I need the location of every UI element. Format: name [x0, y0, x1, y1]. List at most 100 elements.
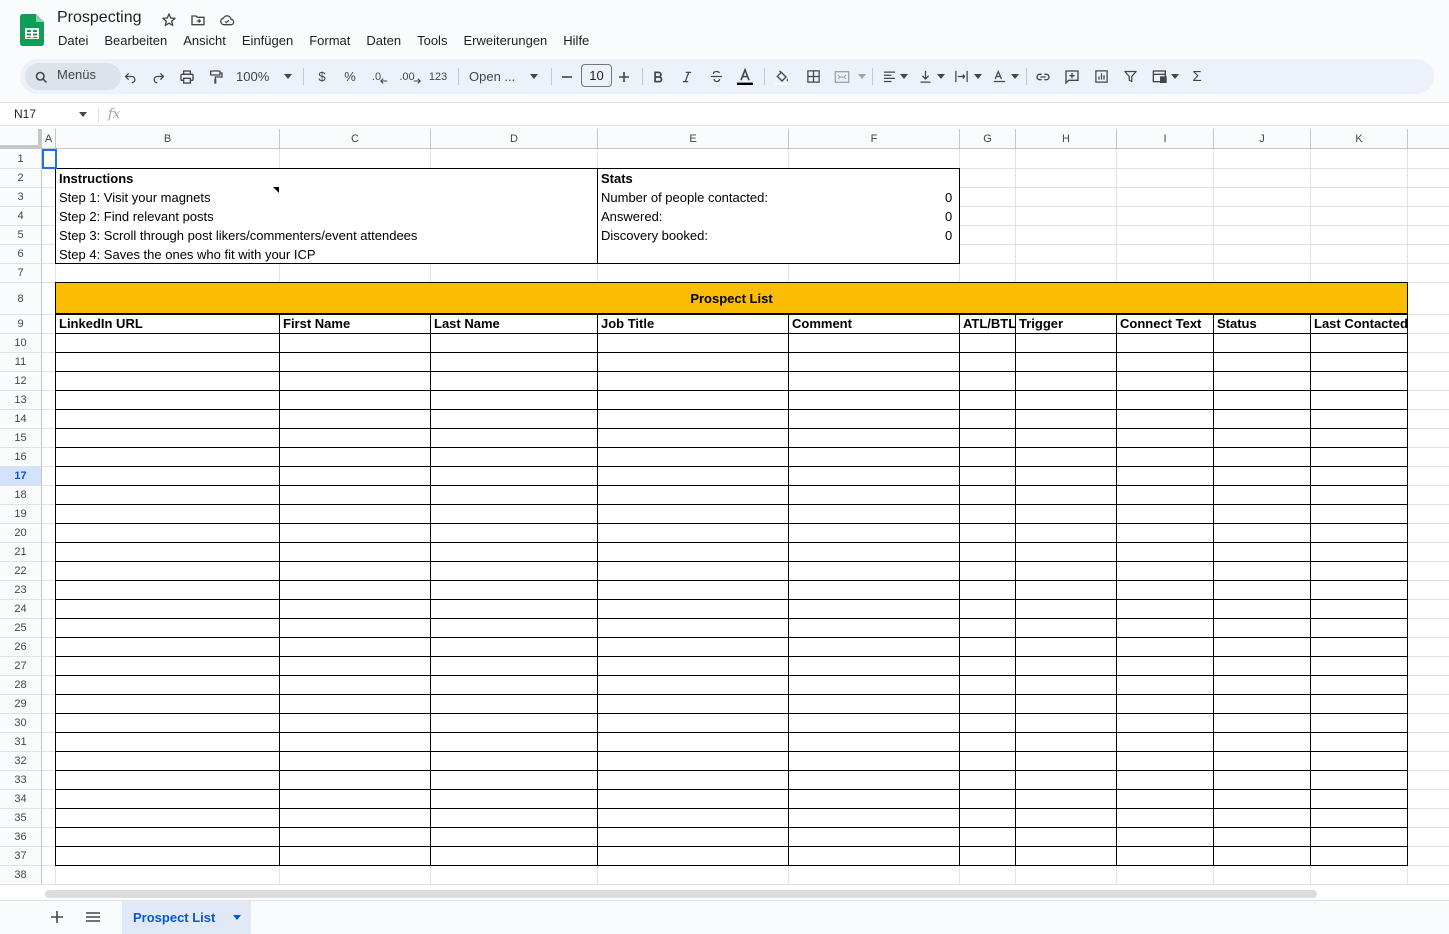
instruction-step-2[interactable]: Step 2: Find relevant posts — [59, 207, 214, 226]
decrease-font-size-icon[interactable] — [560, 65, 574, 88]
menu-bearbeiten[interactable]: Bearbeiten — [96, 32, 175, 50]
functions-button[interactable]: Σ — [1187, 65, 1207, 88]
sheet-tab-prospect-list[interactable]: Prospect List — [122, 901, 251, 934]
percent-format-button[interactable]: % — [341, 65, 359, 88]
instruction-step-4[interactable]: Step 4: Saves the ones who fit with your… — [59, 245, 316, 264]
filter-views-icon[interactable] — [1150, 65, 1170, 88]
stat-discovery-label[interactable]: Discovery booked: — [601, 226, 708, 245]
row-header-10[interactable]: 10 — [0, 334, 42, 353]
row-header-1[interactable]: 1 — [0, 149, 42, 169]
column-header-j[interactable]: J — [1214, 129, 1311, 149]
filter-views-dropdown-icon[interactable] — [1170, 65, 1180, 88]
font-size-input[interactable]: 10 — [581, 64, 612, 87]
instruction-step-3[interactable]: Step 3: Scroll through post likers/comme… — [59, 226, 417, 245]
row-header-32[interactable]: 32 — [0, 752, 42, 771]
prospect-list-title[interactable]: Prospect List — [55, 282, 1408, 314]
column-header-h[interactable]: H — [1016, 129, 1117, 149]
menu-einfuegen[interactable]: Einfügen — [234, 32, 301, 50]
row-header-30[interactable]: 30 — [0, 714, 42, 733]
stat-contacted-label[interactable]: Number of people contacted: — [601, 188, 768, 207]
row-header-5[interactable]: 5 — [0, 226, 42, 245]
row-header-23[interactable]: 23 — [0, 581, 42, 600]
increase-font-size-icon[interactable] — [617, 65, 631, 88]
stats-title[interactable]: Stats — [601, 169, 633, 188]
column-header-d[interactable]: D — [431, 129, 598, 149]
fill-color-icon[interactable] — [772, 65, 792, 88]
row-header-27[interactable]: 27 — [0, 657, 42, 676]
undo-icon[interactable] — [120, 65, 140, 88]
row-header-8[interactable]: 8 — [0, 283, 42, 315]
row-header-17[interactable]: 17 — [0, 467, 42, 486]
row-header-16[interactable]: 16 — [0, 448, 42, 467]
menu-tools[interactable]: Tools — [409, 32, 455, 50]
stat-discovery-value[interactable]: 0 — [945, 226, 952, 245]
menu-datei[interactable]: Datei — [50, 32, 96, 50]
vertical-align-icon[interactable] — [915, 65, 935, 88]
row-header-11[interactable]: 11 — [0, 353, 42, 372]
row-header-37[interactable]: 37 — [0, 847, 42, 866]
header-linkedin-url[interactable]: LinkedIn URL — [59, 314, 143, 333]
row-header-26[interactable]: 26 — [0, 638, 42, 657]
strikethrough-icon[interactable] — [707, 65, 725, 88]
all-sheets-menu-icon[interactable] — [84, 908, 102, 926]
column-header-c[interactable]: C — [280, 129, 431, 149]
row-header-15[interactable]: 15 — [0, 429, 42, 448]
column-header-b[interactable]: B — [56, 129, 280, 149]
document-title[interactable]: Prospecting — [57, 9, 142, 27]
note-indicator-icon[interactable] — [273, 187, 279, 193]
header-trigger[interactable]: Trigger — [1019, 314, 1063, 333]
cloud-status-icon[interactable] — [218, 11, 236, 29]
header-last-contacted[interactable]: Last Contacted — [1314, 314, 1408, 333]
redo-icon[interactable] — [148, 65, 168, 88]
row-header-38[interactable]: 38 — [0, 866, 42, 885]
star-icon[interactable] — [160, 11, 178, 29]
row-header-20[interactable]: 20 — [0, 524, 42, 543]
merge-cells-icon[interactable] — [832, 65, 852, 88]
borders-icon[interactable] — [803, 65, 823, 88]
zoom-select[interactable]: 100% — [236, 65, 276, 88]
merge-dropdown-icon[interactable] — [857, 65, 867, 88]
row-header-3[interactable]: 3 — [0, 188, 42, 207]
insert-link-icon[interactable] — [1033, 65, 1053, 88]
text-rotation-dropdown-icon[interactable] — [1010, 65, 1020, 88]
font-family-select[interactable]: Open ... — [469, 65, 519, 88]
column-header-e[interactable]: E — [598, 129, 789, 149]
row-header-24[interactable]: 24 — [0, 600, 42, 619]
font-dropdown-icon[interactable] — [529, 65, 539, 88]
header-status[interactable]: Status — [1217, 314, 1257, 333]
insert-chart-icon[interactable] — [1091, 65, 1111, 88]
header-job-title[interactable]: Job Title — [601, 314, 654, 333]
header-last-name[interactable]: Last Name — [434, 314, 500, 333]
zoom-dropdown-icon[interactable] — [283, 65, 293, 88]
menu-daten[interactable]: Daten — [358, 32, 409, 50]
stat-contacted-value[interactable]: 0 — [945, 188, 952, 207]
row-header-7[interactable]: 7 — [0, 264, 42, 283]
filter-icon[interactable] — [1120, 65, 1140, 88]
horizontal-align-dropdown-icon[interactable] — [899, 65, 909, 88]
menu-erweiterungen[interactable]: Erweiterungen — [455, 32, 555, 50]
row-header-28[interactable]: 28 — [0, 676, 42, 695]
column-header-f[interactable]: F — [789, 129, 960, 149]
row-header-25[interactable]: 25 — [0, 619, 42, 638]
bold-icon[interactable] — [649, 65, 667, 88]
number-format-button[interactable]: 123 — [426, 65, 450, 88]
add-sheet-icon[interactable] — [48, 908, 66, 926]
row-header-12[interactable]: 12 — [0, 372, 42, 391]
selected-cell[interactable] — [42, 149, 57, 169]
name-box-dropdown-icon[interactable] — [79, 112, 87, 117]
name-box[interactable]: N17 — [14, 107, 36, 121]
instructions-title[interactable]: Instructions — [59, 169, 133, 188]
row-header-35[interactable]: 35 — [0, 809, 42, 828]
row-header-31[interactable]: 31 — [0, 733, 42, 752]
spreadsheet-grid[interactable]: A B C D E F G H I J K 1 2 3 4 5 6 7 8 9 10 11 12 13 1… — [0, 129, 1449, 886]
header-first-name[interactable]: First Name — [283, 314, 350, 333]
paint-format-icon[interactable] — [206, 65, 226, 88]
increase-decimal-button[interactable]: .00 — [398, 65, 422, 88]
select-all-corner[interactable] — [0, 129, 42, 149]
move-folder-icon[interactable] — [189, 11, 207, 29]
row-header-34[interactable]: 34 — [0, 790, 42, 809]
column-header-g[interactable]: G — [960, 129, 1016, 149]
sheets-logo-icon[interactable] — [20, 14, 44, 46]
row-header-21[interactable]: 21 — [0, 543, 42, 562]
text-wrapping-icon[interactable] — [951, 65, 971, 88]
